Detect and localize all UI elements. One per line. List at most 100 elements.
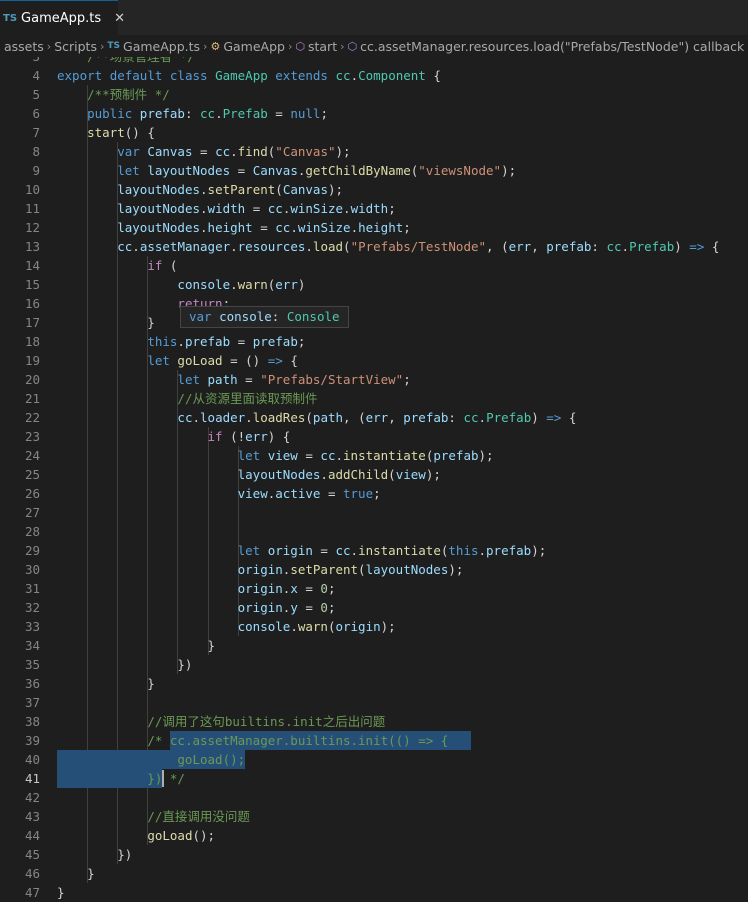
code-line[interactable]: }) [57,845,132,864]
code-token: instantiate [343,448,426,463]
code-line[interactable]: } [57,313,155,332]
method-icon: ⬡ [347,39,358,53]
tab-gameapp-ts[interactable]: TS GameApp.ts ✕ [0,0,125,35]
code-token: err [508,239,532,254]
code-line[interactable]: let view = cc.instantiate(prefab); [57,446,494,465]
code-token: } [57,866,95,881]
code-line[interactable]: layoutNodes.setParent(Canvas); [57,180,343,199]
code-token: = [237,372,261,387]
code-token: origin [237,581,283,596]
line-number: 27 [24,505,40,520]
code-token: y [290,600,298,615]
breadcrumb-item-assets[interactable]: assets [4,39,44,54]
code-line[interactable]: //调用了这句builtins.init之后出问题 [57,712,385,731]
code-line[interactable]: let path = "Prefabs/StartView"; [57,370,410,389]
breadcrumb-item-class[interactable]: GameApp [223,39,285,54]
code-token: path [312,410,344,425]
code-line[interactable]: origin.setParent(layoutNodes); [57,560,464,579]
code-line[interactable]: start() { [57,123,155,142]
code-token: cc [200,106,216,121]
code-token: let [177,372,208,387]
code-line[interactable]: goLoad(); [57,750,245,769]
code-line[interactable]: export default class GameApp extends cc.… [57,66,441,85]
close-icon[interactable]: ✕ [114,11,125,26]
hover-tooltip: var console: Console [180,306,349,328]
code-token: "viewsNode" [418,163,502,178]
code-line[interactable]: let goLoad = () => { [57,351,298,370]
line-number: 18 [24,334,40,349]
code-token: }) [57,847,133,862]
code-line[interactable]: /**预制件 */ [57,85,170,104]
code-line[interactable]: cc.assetManager.resources.load("Prefabs/… [57,237,719,256]
code-line[interactable]: public prefab: cc.Prefab = null; [57,104,328,123]
code-editor[interactable]: 3456789101112131415161718192021222324252… [0,57,748,902]
code-line[interactable]: if (!err) { [57,427,291,446]
code-token: , [388,410,404,425]
code-line[interactable]: } [57,864,95,883]
code-token: cc [267,201,283,216]
code-line[interactable]: /* cc.assetManager.builtins.init(() => { [57,731,448,750]
code-line[interactable]: let layoutNodes = Canvas.getChildByName(… [57,161,516,180]
line-number: 25 [24,467,40,482]
code-line[interactable]: if ( [57,256,177,275]
line-number: 15 [24,277,40,292]
breadcrumb-item-method[interactable]: start [308,39,337,54]
code-line[interactable]: } [57,674,155,693]
code-line[interactable]: console.warn(origin); [57,617,396,636]
code-line[interactable]: this.prefab = prefab; [57,332,305,351]
code-line[interactable]: layoutNodes.addChild(view); [57,465,441,484]
code-token: = [245,201,268,216]
code-line[interactable]: console.warn(err) [57,275,305,294]
code-line[interactable]: let origin = cc.instantiate(this.prefab)… [57,541,547,560]
code-line[interactable]: } [57,636,216,655]
code-token: cc [335,543,351,558]
code-token: = [252,220,276,235]
line-number: 33 [24,619,40,634]
code-token: err [275,277,298,292]
code-line[interactable]: } [57,883,65,902]
tooltip-token: console [219,309,272,324]
code-line[interactable]: var Canvas = cc.find("Canvas"); [57,142,350,161]
code-line[interactable]: origin.x = 0; [57,579,336,598]
code-token: /**场景管理者 */ [57,57,195,64]
code-token: = [297,600,321,615]
code-token: . [320,467,328,482]
code-token: export [57,68,110,83]
chevron-right-icon: › [340,39,345,53]
code-token: cc [463,410,479,425]
code-token: . [343,201,351,216]
code-line[interactable]: layoutNodes.width = cc.winSize.width; [57,199,396,218]
code-line[interactable]: }) [57,655,192,674]
code-token: height [207,220,253,235]
line-number: 36 [24,676,40,691]
breadcrumb-item-file[interactable]: GameApp.ts [123,39,200,54]
code-line[interactable]: }) */ [57,769,185,788]
breadcrumb-item-scripts[interactable]: Scripts [54,39,97,54]
code-token: cc [275,220,291,235]
code-token: /* cc.assetManager.builtins.init(() => { [147,733,449,748]
code-line[interactable]: origin.y = 0; [57,598,336,617]
code-token: { [561,410,577,425]
code-token: prefab [546,239,592,254]
code-token: , ( [343,410,366,425]
code-line[interactable]: //直接调用没问题 [57,807,250,826]
code-line[interactable]: //从资源里面读取预制件 [57,389,317,408]
code-token: origin [237,562,283,577]
code-token: . [230,277,238,292]
breadcrumb-item-callback[interactable]: cc.assetManager.resources.load("Prefabs/… [360,39,744,54]
code-token: ); [501,163,517,178]
code-line[interactable]: layoutNodes.height = cc.winSize.height; [57,218,411,237]
code-token: winSize [297,220,351,235]
code-token: goLoad [177,353,223,368]
code-line[interactable]: view.active = true; [57,484,381,503]
code-token: ; [388,201,396,216]
code-line[interactable]: cc.loader.loadRes(path, (err, prefab: cc… [57,408,576,427]
code-line[interactable]: goLoad(); [57,826,215,845]
code-line[interactable]: /**场景管理者 */ [57,57,195,66]
